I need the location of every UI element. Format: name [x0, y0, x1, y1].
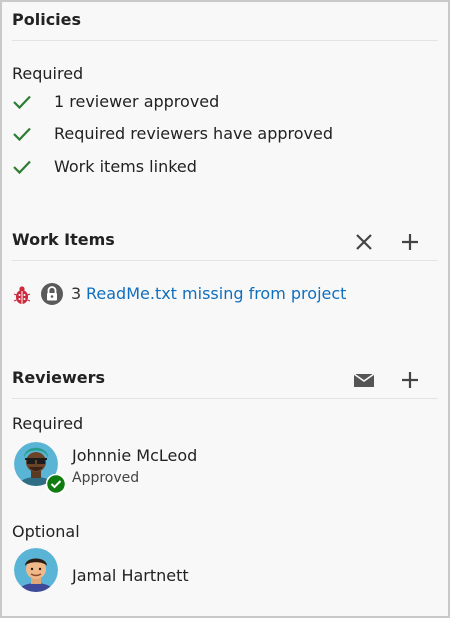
reviewer-row[interactable]: Jamal Hartnett — [2, 548, 448, 596]
reviewers-optional-label: Optional — [12, 522, 80, 541]
work-items-header: Work Items — [12, 230, 438, 261]
policies-title: Policies — [12, 10, 82, 29]
reviewer-name: Johnnie McLeod — [72, 446, 198, 465]
policy-item-label: 1 reviewer approved — [54, 92, 220, 111]
policy-item-label: Work items linked — [54, 157, 197, 176]
pull-request-side-panel: Policies Required 1 reviewer approved Re… — [0, 0, 450, 618]
work-item-id: 3 — [71, 284, 82, 303]
reviewer-status: Approved — [72, 470, 140, 486]
checkmark-icon — [13, 127, 31, 142]
checkmark-icon — [13, 95, 31, 110]
reviewer-row[interactable]: Johnnie McLeod Approved — [2, 440, 448, 494]
checkmark-icon — [13, 160, 31, 175]
policies-header: Policies — [12, 10, 438, 41]
reviewers-header: Reviewers — [12, 368, 438, 399]
reviewers-title: Reviewers — [12, 368, 105, 387]
approved-check-icon — [46, 474, 66, 494]
work-item-row[interactable]: 3 ReadMe.txt missing from project — [12, 282, 432, 308]
policies-required-label: Required — [12, 64, 84, 83]
close-icon[interactable] — [352, 230, 376, 254]
mail-icon[interactable] — [352, 368, 376, 392]
work-items-title: Work Items — [12, 230, 115, 249]
policy-item-label: Required reviewers have approved — [54, 124, 333, 143]
reviewer-name: Jamal Hartnett — [72, 566, 189, 585]
avatar — [14, 548, 58, 592]
bug-icon — [13, 286, 31, 304]
work-item-title-link[interactable]: ReadMe.txt missing from project — [86, 284, 346, 303]
reviewers-required-label: Required — [12, 414, 84, 433]
lock-icon — [41, 283, 63, 305]
plus-icon[interactable] — [398, 230, 422, 254]
plus-icon[interactable] — [398, 368, 422, 392]
